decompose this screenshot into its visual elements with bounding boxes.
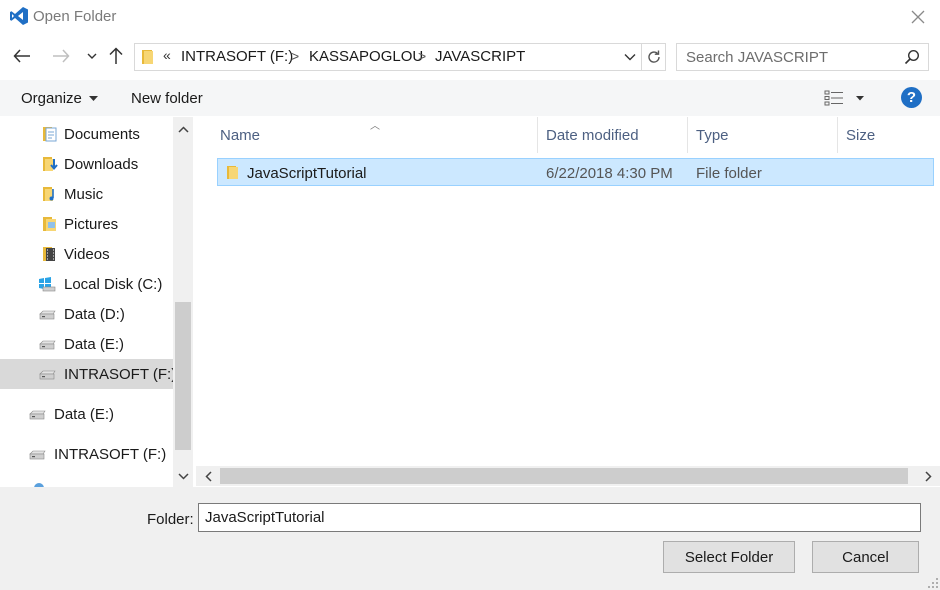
folder-icon: [227, 166, 238, 179]
sidebar-item-label: Downloads: [64, 156, 139, 173]
vscode-icon: [10, 7, 28, 25]
scroll-up-button[interactable]: [173, 119, 193, 139]
help-button[interactable]: ?: [901, 87, 922, 108]
sidebar-item-label: Videos: [64, 246, 110, 263]
drive-icon: [29, 410, 46, 420]
sidebar-item-videos[interactable]: Videos: [0, 239, 173, 269]
sidebar-item-data-e[interactable]: Data (E:): [0, 329, 173, 359]
folder-name-field[interactable]: [198, 503, 921, 532]
cancel-button[interactable]: Cancel: [812, 541, 919, 573]
scroll-down-button[interactable]: [173, 466, 193, 486]
breadcrumb-separator[interactable]: >: [418, 48, 426, 64]
videos-icon: [43, 247, 55, 261]
sidebar-item-music[interactable]: Music: [0, 179, 173, 209]
chevron-up-icon: [177, 125, 189, 133]
column-header-type[interactable]: Type: [688, 117, 838, 153]
file-name: JavaScriptTutorial: [247, 165, 367, 182]
folder-icon: [142, 50, 153, 64]
file-type: File folder: [696, 165, 762, 182]
sidebar-item-label: Pictures: [64, 216, 119, 233]
dropdown-arrow-icon: [89, 96, 99, 102]
sidebar-item-pictures[interactable]: Pictures: [0, 209, 173, 239]
sidebar-item-data-d[interactable]: Data (D:): [0, 299, 173, 329]
close-button[interactable]: [904, 4, 932, 30]
drive-icon: [29, 450, 46, 460]
refresh-button[interactable]: [641, 44, 665, 70]
breadcrumb-drive[interactable]: INTRASOFT (F:): [181, 48, 293, 65]
search-input[interactable]: Search JAVASCRIPT: [676, 43, 929, 71]
column-header-date-modified[interactable]: Date modified: [538, 117, 688, 153]
organize-label: Organize: [21, 90, 82, 107]
sidebar-item-label: Data (E:): [54, 406, 115, 423]
pictures-icon: [43, 217, 56, 231]
sidebar-item-downloads[interactable]: Downloads: [0, 149, 173, 179]
breadcrumb-separator[interactable]: >: [291, 48, 299, 64]
horizontal-scrollbar[interactable]: [196, 466, 940, 486]
command-bar: Organize New folder ?: [0, 80, 940, 116]
address-bar[interactable]: « INTRASOFT (F:) > KASSAPOGLOU > JAVASCR…: [134, 43, 666, 71]
scrollbar-thumb[interactable]: [175, 302, 191, 450]
chevron-left-icon: [204, 470, 212, 482]
organize-menu[interactable]: Organize: [21, 90, 99, 107]
chevron-down-icon: [624, 54, 636, 61]
arrow-right-icon: [53, 49, 70, 63]
sidebar-item-intrasoft-f[interactable]: INTRASOFT (F:): [0, 359, 177, 389]
downloads-icon: [43, 157, 58, 171]
sidebar-scrollbar[interactable]: [173, 117, 193, 487]
column-header-name[interactable]: Name: [212, 117, 538, 153]
file-list: ︿ Name Date modified Type Size JavaScrip…: [196, 117, 940, 487]
window-title: Open Folder: [33, 8, 117, 25]
overflow-chevron[interactable]: «: [163, 47, 171, 63]
chevron-right-icon: [924, 470, 932, 482]
chevron-down-icon: [177, 472, 189, 480]
sidebar-item-label: Data (E:): [64, 336, 125, 353]
folder-label: Folder:: [147, 511, 194, 528]
dialog-footer: Folder: Select Folder Cancel: [0, 487, 940, 590]
sidebar-item-local-disk-c[interactable]: Local Disk (C:): [0, 269, 173, 299]
sidebar-item-label: Data (D:): [64, 306, 125, 323]
address-dropdown-button[interactable]: [619, 44, 641, 70]
back-button[interactable]: [11, 44, 33, 68]
chevron-down-icon: [87, 53, 97, 59]
sidebar-item-label: Local Disk (C:): [64, 276, 163, 293]
sidebar-item-network-intrasoft-f[interactable]: INTRASOFT (F:): [0, 439, 173, 469]
details-view-icon: [824, 90, 864, 106]
forward-button[interactable]: [50, 44, 72, 68]
change-view-button[interactable]: [822, 88, 868, 108]
search-icon: [904, 49, 920, 65]
sidebar-item-documents[interactable]: Documents: [0, 119, 173, 149]
close-icon: [911, 10, 925, 24]
select-folder-button[interactable]: Select Folder: [663, 541, 795, 573]
windows-drive-icon: [39, 277, 56, 292]
sidebar-item-network-data-e[interactable]: Data (E:): [0, 399, 173, 429]
file-date-modified: 6/22/2018 4:30 PM: [546, 165, 673, 182]
column-header-size[interactable]: Size: [838, 117, 936, 153]
sidebar-item-label: INTRASOFT (F:): [64, 366, 177, 383]
search-placeholder: Search JAVASCRIPT: [686, 49, 828, 66]
scroll-right-button[interactable]: [918, 466, 938, 486]
scrollbar-thumb[interactable]: [220, 468, 908, 484]
breadcrumb-kassapoglou[interactable]: KASSAPOGLOU: [309, 48, 423, 65]
drive-icon: [39, 310, 56, 320]
resize-grip-icon[interactable]: [927, 577, 939, 589]
music-icon: [43, 187, 54, 201]
arrow-left-icon: [13, 49, 30, 63]
drive-icon: [39, 370, 56, 380]
sidebar-item-label: Music: [64, 186, 104, 203]
drive-icon: [39, 340, 56, 350]
recent-locations-button[interactable]: [81, 44, 103, 68]
title-bar: Open Folder: [0, 0, 940, 34]
scroll-left-button[interactable]: [198, 466, 218, 486]
new-folder-button[interactable]: New folder: [131, 90, 203, 107]
table-row[interactable]: JavaScriptTutorial 6/22/2018 4:30 PM Fil…: [217, 158, 934, 186]
sidebar-item-label: Documents: [64, 126, 140, 143]
documents-icon: [43, 127, 57, 142]
refresh-icon: [647, 50, 660, 63]
breadcrumb-javascript[interactable]: JAVASCRIPT: [435, 48, 525, 65]
sidebar-item-label: INTRASOFT (F:): [54, 446, 167, 463]
up-button[interactable]: [105, 44, 127, 68]
navigation-pane: Documents Downloads Music Pictures Video…: [0, 117, 193, 487]
arrow-up-icon: [109, 47, 123, 64]
